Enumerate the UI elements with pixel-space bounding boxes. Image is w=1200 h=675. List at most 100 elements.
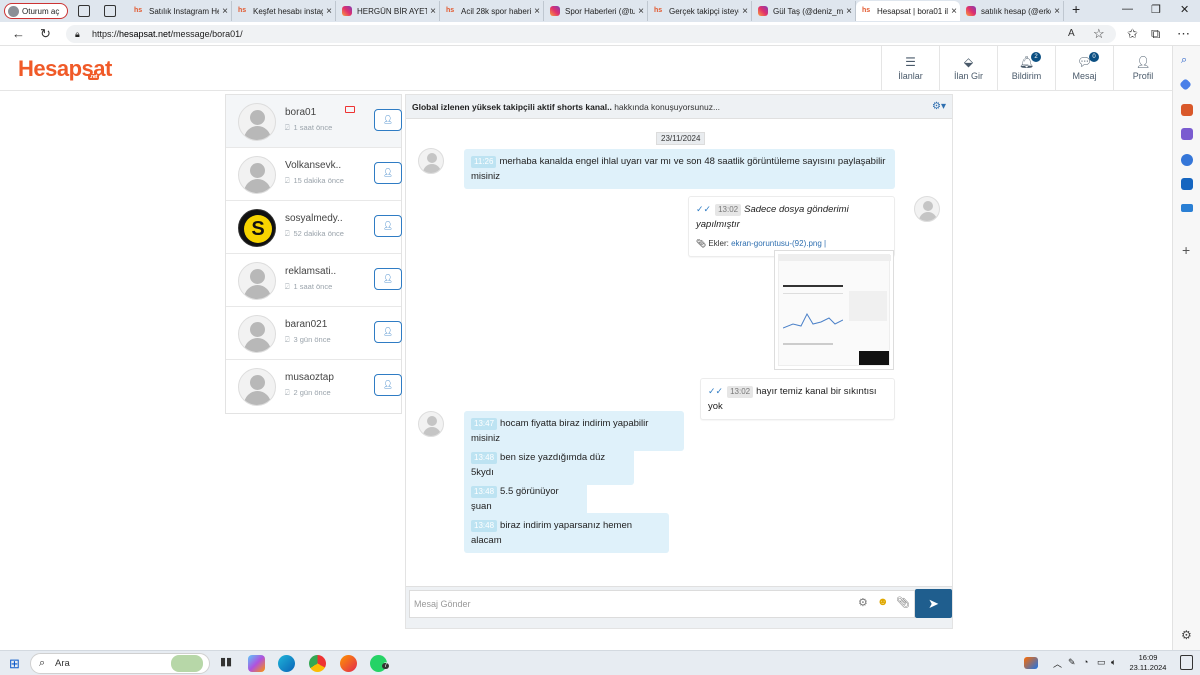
- favorites-icon[interactable]: ✩: [1127, 26, 1138, 42]
- attachment-label: Ekler:: [708, 239, 729, 248]
- pen-icon[interactable]: ✎: [1068, 657, 1076, 668]
- display-icon[interactable]: ▭: [1097, 657, 1106, 668]
- read-aloud-icon[interactable]: A: [1068, 28, 1075, 39]
- conversation-item[interactable]: bora01 ⍁ 1 saat önce 👤︎: [226, 95, 402, 148]
- profile-button[interactable]: Oturum aç: [4, 3, 68, 19]
- whatsapp-badge: 7: [382, 663, 390, 669]
- settings-gear-icon[interactable]: ⚙▾: [932, 95, 946, 119]
- reload-icon[interactable]: ↻: [40, 26, 51, 42]
- volume-icon[interactable]: 🔈︎: [1111, 657, 1116, 668]
- office-icon[interactable]: [1181, 154, 1193, 166]
- nav-bildirim[interactable]: 🔔︎ 2 Bildirim: [997, 46, 1055, 91]
- nav-profil[interactable]: 👤︎ Profil: [1113, 46, 1172, 91]
- windows-start-icon[interactable]: ⊞: [9, 656, 20, 672]
- close-icon[interactable]: ×: [843, 6, 855, 17]
- maximize-icon[interactable]: ❐: [1151, 3, 1161, 16]
- paperclip-icon[interactable]: 📎︎: [896, 596, 910, 609]
- close-icon[interactable]: ×: [427, 6, 439, 17]
- conversation-item[interactable]: S sosyalmedy.. ⍁ 52 dakika önce 👤︎: [226, 201, 402, 254]
- browser-tab-strip: Oturum aç hs Satılık Instagram He × hs Keşf…: [0, 0, 1200, 22]
- add-icon[interactable]: +: [1182, 242, 1190, 258]
- close-icon[interactable]: ×: [219, 6, 231, 17]
- message-text: merhaba kanalda engel ihlal uyarı var mı…: [471, 156, 886, 182]
- minimize-icon[interactable]: —: [1122, 3, 1133, 15]
- browser-tab[interactable]: hs Keşfet hesabı instag ×: [232, 1, 336, 21]
- listing-title[interactable]: Global izlenen yüksek takipçili aktif sh…: [412, 102, 612, 112]
- browser-tab[interactable]: satılık hesap (@erke ×: [960, 1, 1064, 21]
- user-icon: 👤︎: [382, 221, 394, 230]
- new-tab-icon[interactable]: +: [1072, 1, 1080, 17]
- settings-gear-icon[interactable]: ⚙: [858, 596, 868, 609]
- avatar: S: [238, 209, 276, 247]
- tab-actions-icon[interactable]: [104, 5, 116, 17]
- system-clock[interactable]: 16:09 23.11.2024: [1126, 653, 1170, 673]
- muted-bell-icon: ⍁: [285, 176, 290, 185]
- back-arrow-icon[interactable]: ←: [12, 26, 25, 41]
- copilot-icon[interactable]: [248, 655, 265, 672]
- nav-mesaj[interactable]: 💬︎ 0 Mesaj: [1055, 46, 1113, 91]
- close-icon[interactable]: ×: [1051, 6, 1063, 17]
- tab-title: Gerçek takipçi isteyo: [669, 6, 739, 16]
- attachment-image[interactable]: [774, 250, 894, 370]
- muted-bell-icon: ⍁: [285, 388, 290, 397]
- profile-button[interactable]: 👤︎: [374, 109, 402, 131]
- nav-ilanlar[interactable]: ☰ İlanlar: [881, 46, 939, 91]
- close-icon[interactable]: ×: [323, 6, 335, 17]
- browser-tab[interactable]: hs Acil 28k spor haberi ×: [440, 1, 544, 21]
- shopping-tag-icon[interactable]: [1179, 78, 1192, 91]
- close-icon[interactable]: ×: [739, 6, 751, 17]
- browser-tab[interactable]: Spor Haberleri (@tu ×: [544, 1, 648, 21]
- message-input[interactable]: [409, 590, 915, 618]
- url-field[interactable]: 🔒︎ https://hesapsat.net/message/bora01/: [66, 25, 1116, 43]
- more-icon[interactable]: ⋯: [1177, 26, 1190, 42]
- firefox-icon[interactable]: [340, 655, 357, 672]
- settings-gear-icon[interactable]: ⚙: [1181, 628, 1192, 642]
- attachment-link[interactable]: ekran-goruntusu-(92).png |: [731, 239, 826, 248]
- window-close-icon[interactable]: ✕: [1180, 3, 1189, 16]
- workspaces-icon[interactable]: [78, 5, 90, 17]
- collections-icon[interactable]: ⧉: [1151, 26, 1160, 42]
- browser-tab[interactable]: Gül Taş (@deniz_ma ×: [752, 1, 856, 21]
- avatar: [238, 156, 276, 194]
- message-time: 13:47: [471, 418, 498, 430]
- task-view-icon[interactable]: ▮▮: [220, 655, 237, 672]
- games-icon[interactable]: [1181, 128, 1193, 140]
- close-icon[interactable]: ×: [948, 6, 960, 17]
- browser-tab[interactable]: HERGÜN BİR AYET (×: [336, 1, 440, 21]
- browser-tab[interactable]: hs Satılık Instagram He ×: [128, 1, 232, 21]
- chrome-icon[interactable]: [309, 655, 326, 672]
- close-icon[interactable]: ×: [635, 6, 647, 17]
- headset-icon[interactable]: ◔: [1083, 657, 1088, 667]
- taskbar-search[interactable]: ⌕ Ara: [30, 653, 210, 674]
- tab-title: Spor Haberleri (@tu: [565, 6, 635, 16]
- url-path: /message/bora01/: [170, 29, 243, 39]
- browser-tab[interactable]: hs Gerçek takipçi isteyo ×: [648, 1, 752, 21]
- profile-button[interactable]: 👤︎: [374, 374, 402, 396]
- send-button[interactable]: ➤: [915, 589, 952, 618]
- profile-button[interactable]: 👤︎: [374, 215, 402, 237]
- tray-app-icon[interactable]: [1024, 657, 1038, 669]
- site-logo[interactable]: Hesapsat .net: [18, 56, 112, 82]
- browser-tab-active[interactable]: hs Hesapsat | bora01 il ×: [856, 1, 960, 21]
- conversation-item[interactable]: Volkansevk.. ⍁ 15 dakika önce 👤︎: [226, 148, 402, 201]
- outlook-icon[interactable]: [1181, 178, 1193, 190]
- favorite-star-icon[interactable]: ☆: [1093, 26, 1105, 42]
- chevron-up-icon[interactable]: ︿: [1053, 657, 1062, 670]
- profile-button[interactable]: 👤︎: [374, 162, 402, 184]
- conversation-item[interactable]: reklamsati.. ⍁ 1 saat önce 👤︎: [226, 254, 402, 307]
- drop-icon[interactable]: [1181, 204, 1193, 212]
- notification-icon[interactable]: [1180, 655, 1193, 670]
- tools-briefcase-icon[interactable]: [1181, 104, 1193, 116]
- conversation-item[interactable]: musaoztap ⍁ 2 gün önce 👤︎: [226, 360, 402, 413]
- nav-ilan-gir[interactable]: ⬙ İlan Gir: [939, 46, 997, 91]
- search-icon[interactable]: ⌕: [1181, 54, 1187, 67]
- close-icon[interactable]: ×: [531, 6, 543, 17]
- profile-button[interactable]: 👤︎: [374, 268, 402, 290]
- conversation-item[interactable]: baran021 ⍁ 3 gün önce 👤︎: [226, 307, 402, 360]
- profile-button[interactable]: 👤︎: [374, 321, 402, 343]
- edge-browser-icon[interactable]: [278, 655, 295, 672]
- date-separator: 23/11/2024: [656, 132, 706, 145]
- avatar: [238, 262, 276, 300]
- emoji-icon[interactable]: ☻: [877, 596, 889, 608]
- nav-label: Profil: [1132, 71, 1154, 81]
